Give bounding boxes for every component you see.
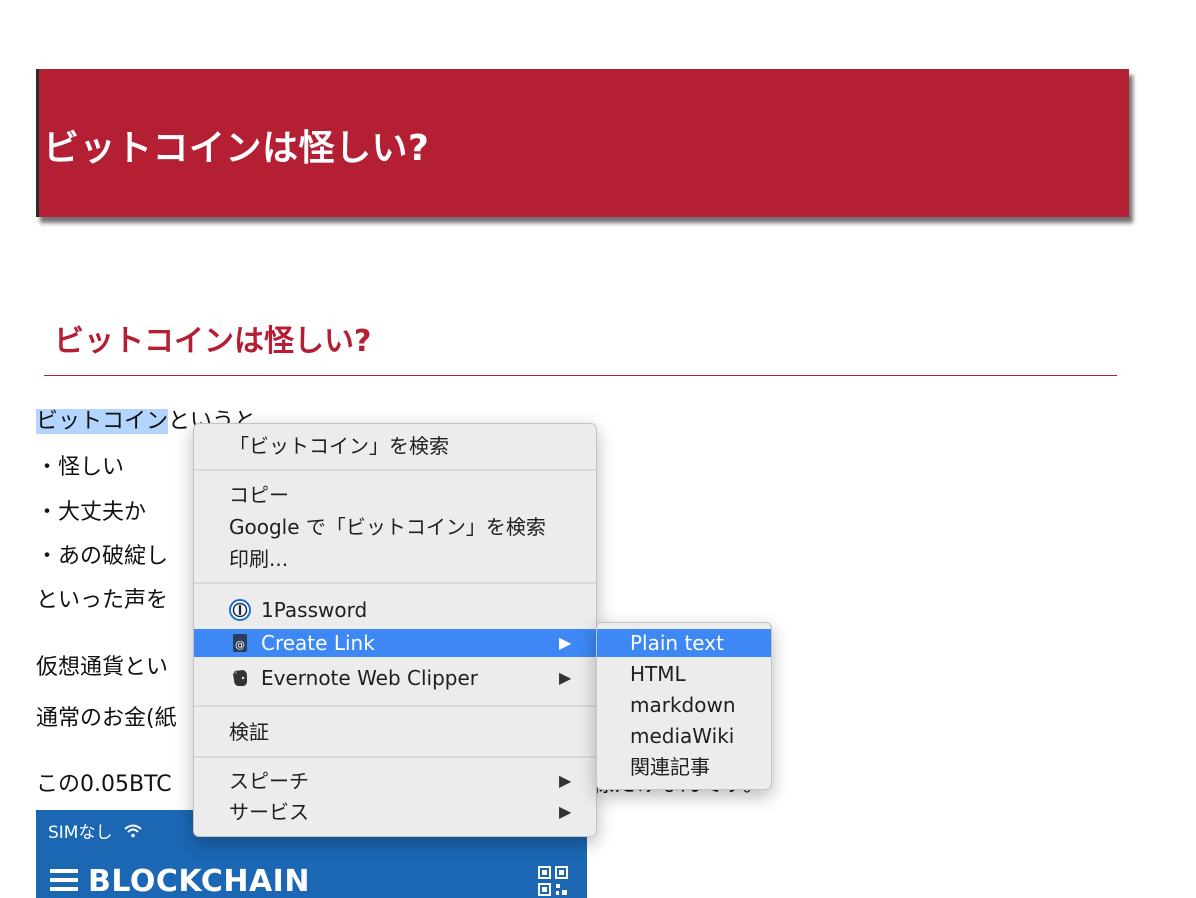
submenu-arrow-icon: ▶ — [559, 802, 572, 821]
submenu-item-markdown[interactable]: markdown — [597, 691, 771, 719]
article-line: ・あの破綻し — [36, 544, 169, 569]
menu-separator — [194, 705, 596, 707]
article-line: ・怪しい — [36, 455, 125, 480]
menu-separator — [194, 756, 596, 758]
submenu-arrow-icon: ▶ — [559, 668, 572, 687]
qr-code-icon — [538, 866, 568, 896]
1password-icon — [229, 599, 251, 621]
menu-separator — [194, 469, 596, 471]
menu-item-speech[interactable]: スピーチ ▶ — [194, 767, 596, 795]
article-line: 仮想通貨とい — [36, 655, 169, 680]
article-line: 通常のお金(紙 — [36, 706, 177, 731]
evernote-elephant-icon — [229, 667, 251, 689]
menu-item-search-selection[interactable]: 「ビットコイン」を検索 — [194, 432, 596, 460]
phone-status-bar: SIMなし — [48, 818, 142, 843]
submenu-item-plain-text[interactable]: Plain text — [597, 629, 771, 657]
article-line: ・大丈夫か — [36, 500, 147, 525]
blockchain-logo: BLOCKCHAIN — [50, 864, 310, 898]
svg-text:@: @ — [235, 640, 245, 651]
selected-text[interactable]: ビットコイン — [36, 409, 169, 434]
submenu-arrow-icon: ▶ — [559, 771, 572, 790]
menu-item-inspect[interactable]: 検証 — [194, 718, 596, 746]
banner-title: ビットコインは怪しい? — [43, 128, 430, 169]
menu-item-evernote[interactable]: Evernote Web Clipper ▶ — [194, 664, 596, 692]
article-line: といった声を — [36, 588, 169, 613]
context-menu: 「ビットコイン」を検索 コピー Google で「ビットコイン」を検索 印刷..… — [193, 423, 597, 837]
brand-label: BLOCKCHAIN — [88, 864, 310, 898]
menu-separator — [194, 582, 596, 584]
create-link-icon: @ — [229, 632, 251, 654]
create-link-submenu: Plain text HTML markdown mediaWiki 関連記事 — [596, 622, 772, 790]
article-line: この0.05BTC — [36, 772, 172, 797]
menu-item-copy[interactable]: コピー — [194, 481, 596, 509]
title-banner: ビットコインは怪しい? — [36, 69, 1129, 217]
hamburger-icon — [50, 868, 78, 891]
menu-item-services[interactable]: サービス ▶ — [194, 798, 596, 826]
menu-item-create-link[interactable]: @ Create Link ▶ — [194, 629, 596, 657]
menu-item-print[interactable]: 印刷... — [194, 545, 596, 573]
submenu-item-html[interactable]: HTML — [597, 660, 771, 688]
section-divider — [44, 375, 1117, 376]
wifi-icon — [124, 824, 142, 842]
carrier-label: SIMなし — [48, 823, 113, 843]
submenu-item-mediawiki[interactable]: mediaWiki — [597, 722, 771, 750]
submenu-arrow-icon: ▶ — [559, 633, 572, 652]
menu-item-1password[interactable]: 1Password — [194, 596, 596, 624]
submenu-item-related-articles[interactable]: 関連記事 — [597, 753, 771, 781]
section-heading: ビットコインは怪しい? — [54, 324, 372, 359]
menu-item-google-search[interactable]: Google で「ビットコイン」を検索 — [194, 513, 596, 541]
